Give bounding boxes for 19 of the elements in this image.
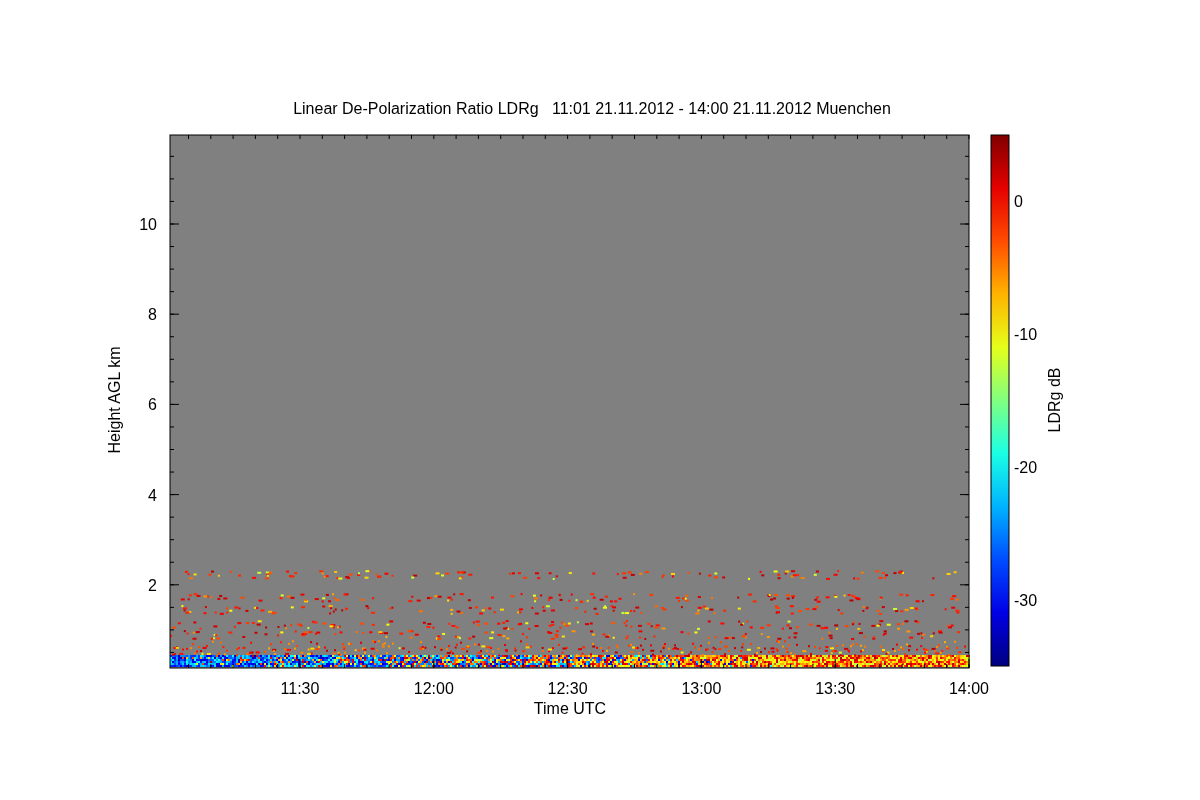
x-tick-label: 13:30 bbox=[815, 680, 856, 697]
y-axis-label: Height AGL km bbox=[106, 346, 123, 454]
chart-title: Linear De-Polarization Ratio LDRg 11:01 21.11.2012 - 14:00 21.11.2012 Muenchen bbox=[293, 100, 891, 117]
y-tick-label: 10 bbox=[139, 216, 157, 233]
x-tick-label: 14:00 bbox=[949, 680, 989, 697]
colorbar-label: LDRg dB bbox=[1046, 367, 1063, 433]
y-tick-label: 4 bbox=[148, 486, 157, 504]
colorbar-tick-label: -20 bbox=[1014, 459, 1038, 476]
colorbar-tick-label: 0 bbox=[1014, 193, 1023, 210]
colorbar-tick-label: -30 bbox=[1014, 592, 1038, 609]
x-tick-label: 12:30 bbox=[547, 680, 588, 697]
y-tick-label: 2 bbox=[148, 576, 157, 594]
y-tick-label: 6 bbox=[148, 396, 157, 414]
x-tick-label: 13:00 bbox=[681, 680, 722, 697]
colorbar-tick-label: -10 bbox=[1014, 326, 1038, 343]
y-tick-label: 8 bbox=[148, 306, 157, 324]
x-axis-label: Time UTC bbox=[533, 700, 607, 717]
x-tick-label: 11:30 bbox=[280, 680, 320, 697]
x-tick-label: 12:00 bbox=[413, 680, 454, 697]
